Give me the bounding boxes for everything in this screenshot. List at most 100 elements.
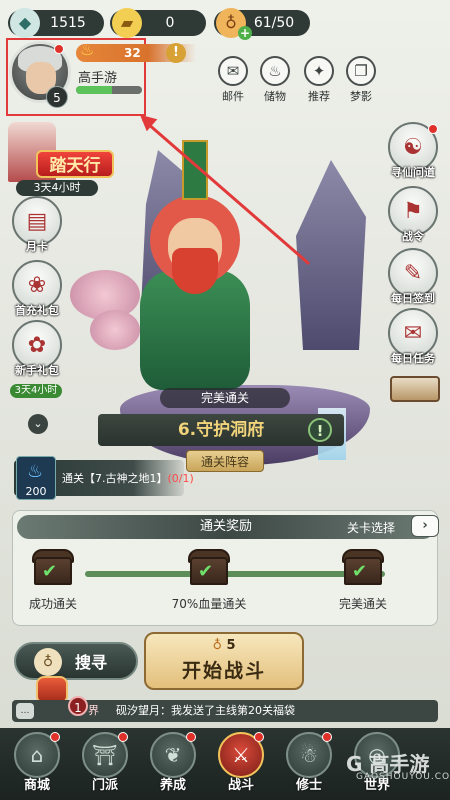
- reward-label: 70%血量通关: [171, 597, 247, 611]
- chat-channel: 界: [88, 704, 99, 717]
- nav-label: 养成: [159, 778, 186, 793]
- hero-beard: [172, 248, 218, 294]
- newbie-gift-timer: 3天4小时: [10, 384, 62, 398]
- right-button-label: 战令: [402, 230, 424, 243]
- quest-progress: (0/1): [167, 472, 194, 485]
- gourd-counter[interactable]: ♁ + 61/50: [214, 8, 310, 40]
- chat-bar[interactable]: … 1 界 砚汐望月：我发送了主线第20关福袋: [12, 696, 438, 722]
- power-alert-button[interactable]: !: [166, 43, 186, 63]
- avatar-notification-dot: [54, 44, 64, 54]
- check-icon: ✔: [352, 561, 368, 582]
- ingot-counter[interactable]: ▰ 0: [110, 8, 206, 38]
- collapse-chevron-icon[interactable]: ⌄: [28, 414, 48, 434]
- right-button-0[interactable]: ☯ 寻仙问道: [384, 122, 442, 180]
- clear-lineup-button[interactable]: 通关阵容: [186, 450, 264, 472]
- notification-dot: [322, 732, 332, 742]
- power-value: 32: [124, 46, 141, 60]
- right-button-2[interactable]: ✎ 每日签到: [384, 248, 442, 306]
- mail-icon: ✉: [218, 56, 248, 86]
- reward-label: 完美通关: [338, 597, 387, 611]
- reward-chest-1[interactable]: ✔: [186, 547, 232, 587]
- battle-cost-value: 5: [226, 638, 236, 653]
- gift-bag-icon: ♨: [260, 56, 290, 86]
- ingot-value: 0: [165, 15, 175, 31]
- left-button-2[interactable]: ✿ 新手礼包: [8, 320, 66, 378]
- top-button-label: 邮件: [222, 90, 244, 103]
- crystal-right: [296, 160, 366, 350]
- stage-alert-button[interactable]: !: [308, 418, 332, 442]
- reward-chest-2[interactable]: ✔: [340, 547, 386, 587]
- reward-chest-0[interactable]: ✔: [30, 547, 76, 587]
- ingot-icon: ▰: [112, 8, 142, 38]
- add-gourd-button[interactable]: +: [238, 26, 252, 40]
- top-button-2[interactable]: ✦ 推荐: [302, 56, 336, 104]
- left-button-1[interactable]: ❀ 首充礼包: [8, 260, 66, 318]
- sparkle-icon: ✦: [304, 56, 334, 86]
- quest-text: 通关【7.古神之地1】(0/1): [62, 470, 194, 486]
- right-button-label: 每日签到: [391, 292, 435, 305]
- check-icon: ✔: [42, 561, 58, 582]
- nav-label: 战斗: [227, 778, 254, 793]
- reward-label: 成功通关: [28, 597, 77, 611]
- player-name: 高手游: [78, 71, 118, 86]
- quest-icon: ♨ 200: [16, 456, 56, 500]
- left-button-0[interactable]: ▤ 月卡: [8, 196, 66, 254]
- right-button-label: 每日任务: [391, 352, 435, 365]
- level-badge: 5: [46, 86, 68, 108]
- stage-select-button[interactable]: ›: [411, 515, 439, 537]
- battle-cost: ♁ 5: [146, 638, 302, 653]
- top-button-label: 推荐: [308, 90, 330, 103]
- bag-icon: ♁: [34, 648, 62, 676]
- nav-item-3[interactable]: ⚔ 战斗: [208, 730, 274, 798]
- coral-left-2: [90, 310, 140, 350]
- quest-bar[interactable]: ♨ 200 通关【7.古神之地1】(0/1): [14, 456, 194, 500]
- nav-item-1[interactable]: ⛩ 门派: [72, 730, 138, 798]
- chat-badge: 1: [68, 696, 88, 716]
- notification-dot: [254, 732, 264, 742]
- search-button[interactable]: ♁ 搜寻: [14, 642, 138, 680]
- nav-label: 修士: [295, 778, 322, 793]
- exp-bar: [76, 86, 142, 94]
- nav-label: 商城: [23, 778, 50, 793]
- stamina-counter[interactable]: ◆ 1515: [8, 8, 104, 38]
- nav-item-2[interactable]: ❦ 养成: [140, 730, 206, 798]
- gourd-value: 61/50: [253, 15, 295, 31]
- notification-dot: [50, 732, 60, 742]
- search-label: 搜寻: [74, 653, 107, 672]
- scroll-icon: ❐: [346, 56, 376, 86]
- flame-icon: ♨: [80, 40, 95, 59]
- stamina-value: 1515: [50, 15, 86, 31]
- right-button-1[interactable]: ⚑ 战令: [384, 186, 442, 244]
- watermark-url: GAOSHOUYOU.COM: [356, 772, 450, 782]
- blue-flame-icon: ♨: [27, 461, 44, 482]
- chat-bubble-icon: …: [16, 703, 34, 719]
- start-battle-button[interactable]: ♁ 5 开始战斗: [144, 632, 304, 690]
- exp-fill: [76, 86, 113, 94]
- left-button-label: 月卡: [26, 240, 48, 253]
- stage-select-label[interactable]: 关卡选择: [347, 519, 395, 536]
- check-icon: ✔: [198, 561, 214, 582]
- scroll-decoration-icon[interactable]: [390, 376, 440, 402]
- notification-dot: [428, 124, 438, 134]
- jade-icon: ◆: [10, 8, 40, 38]
- right-button-3[interactable]: ✉ 每日任务: [384, 308, 442, 366]
- top-button-3[interactable]: ❐ 梦影: [344, 56, 378, 104]
- top-button-label: 储物: [264, 90, 286, 103]
- nav-item-4[interactable]: ☃ 修士: [276, 730, 342, 798]
- right-button-label: 寻仙问道: [391, 166, 435, 179]
- start-battle-label: 开始战斗: [181, 660, 266, 682]
- nav-label: 门派: [91, 778, 118, 793]
- top-button-1[interactable]: ♨ 储物: [258, 56, 292, 104]
- chat-message: 砚汐望月：我发送了主线第20关福袋: [116, 704, 295, 717]
- top-button-label: 梦影: [350, 90, 372, 103]
- nav-item-0[interactable]: ⌂ 商城: [4, 730, 70, 798]
- notification-dot: [186, 732, 196, 742]
- left-button-label: 新手礼包: [15, 364, 59, 377]
- clear-rewards-panel: 通关奖励 关卡选择 › ✔ 成功通关 ✔ 70%血量通关 ✔ 完美通关: [12, 510, 439, 626]
- event-banner[interactable]: 踏天行 3天4小时: [6, 122, 114, 196]
- perfect-clear-label: 完美通关: [160, 388, 290, 408]
- quest-prefix: 通关【7.古神之地1】: [62, 472, 168, 485]
- notification-dot: [118, 732, 128, 742]
- quest-count: 200: [25, 485, 47, 498]
- top-button-0[interactable]: ✉ 邮件: [216, 56, 250, 104]
